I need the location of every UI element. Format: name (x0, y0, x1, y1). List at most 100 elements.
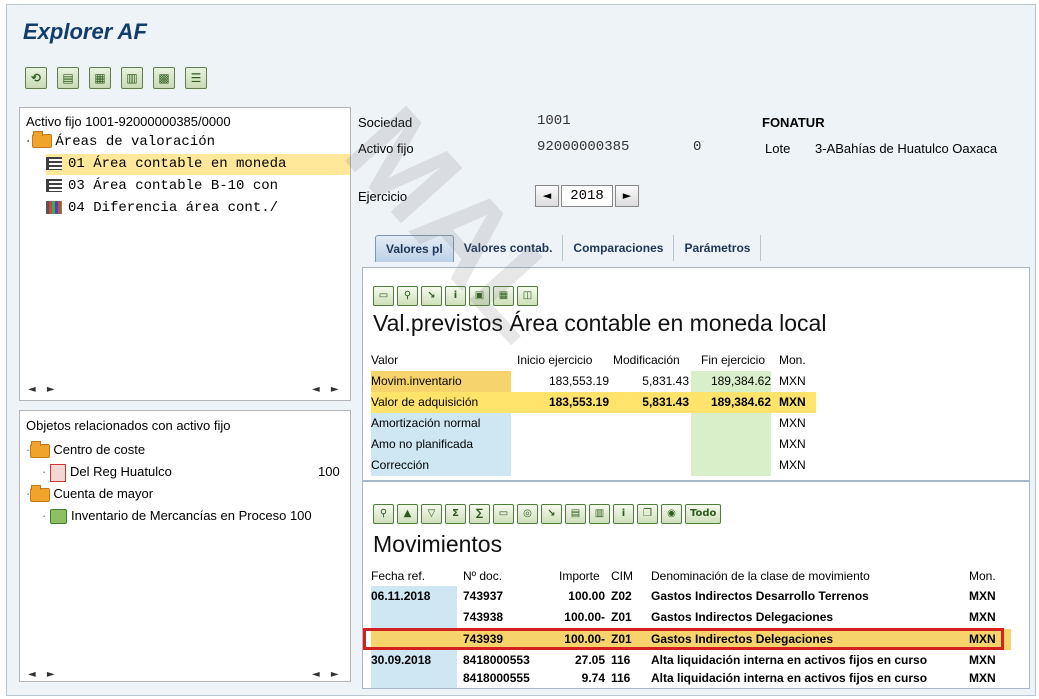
info-icon[interactable]: i (613, 504, 634, 524)
table-row-highlighted[interactable]: Valor de adquisición 183,553.19 5,831.43… (371, 392, 816, 413)
col-doc: Nº doc. (463, 569, 503, 583)
cell-denom: Alta liquidación interna en activos fijo… (651, 671, 928, 685)
col-mon: Mon. (969, 569, 996, 583)
info-icon[interactable]: i (445, 286, 466, 306)
lote-value: 3-ABahías de Huatulco Oaxaca (815, 141, 998, 156)
movements-title: Movimientos (373, 531, 503, 557)
subtotal-icon[interactable]: ∑ (469, 504, 490, 524)
copy-icon[interactable]: ❐ (637, 504, 658, 524)
gl-account-item[interactable]: · Inventario de Mercancías en Proceso 10… (42, 505, 312, 527)
related-header: Objetos relacionados con activo fijo (26, 418, 231, 433)
cell-fecha: 06.11.2018 (371, 586, 457, 607)
table-row[interactable]: Amo no planificada MXN (371, 434, 831, 455)
tree-item-area-04[interactable]: 04 Diferencia área cont./ (46, 198, 278, 219)
print-icon[interactable]: ▭ (373, 286, 394, 306)
col-valor: Valor (371, 353, 399, 367)
table-row[interactable]: Amortización normal MXN (371, 413, 831, 434)
cost-center-item[interactable]: · Del Reg Huatulco 100 (42, 461, 342, 483)
cell-fin (691, 413, 771, 434)
app-window: Explorer AF ⟲ ▤ ▦ ▥ ▩ ☰ Activo fijo 1001… (6, 4, 1036, 696)
list-icon (46, 156, 62, 170)
group-gl-account[interactable]: · Cuenta de mayor (26, 483, 153, 505)
tree-item-area-03[interactable]: 03 Área contable B-10 con (46, 176, 278, 197)
folder-icon (30, 440, 51, 458)
tree-item-label: 03 Área contable B-10 con (68, 178, 279, 194)
ejercicio-label: Ejercicio (358, 189, 408, 204)
cell-mon: MXN (779, 374, 806, 388)
refresh-icon[interactable]: ⟲ (25, 67, 47, 89)
cell-mod: 5,831.43 (642, 374, 689, 388)
search-icon[interactable]: ⚲ (397, 286, 418, 306)
print-icon[interactable]: ▭ (493, 504, 514, 524)
scroll-left-arrows[interactable]: ◄ ► (28, 669, 59, 680)
cell-mon: MXN (779, 458, 806, 472)
tree-header: Activo fijo 1001-92000000385/0000 (26, 114, 231, 129)
year-field[interactable]: 2018 (561, 185, 613, 207)
search-icon[interactable]: ⚲ (373, 504, 394, 524)
movements-header-row: Fecha ref. Nº doc. Importe CIM Denominac… (371, 566, 1021, 587)
list-icon[interactable]: ☰ (185, 67, 207, 89)
cell-fecha (371, 607, 457, 628)
table-row[interactable]: 8418000555 9.74 116 Alta liquidación int… (371, 668, 1011, 688)
scroll-right-arrows[interactable]: ◄ ► (312, 384, 343, 395)
table-row[interactable]: Corrección MXN (371, 455, 831, 476)
export-icon[interactable]: ↘ (421, 286, 442, 306)
tab-parametros[interactable]: Parámetros (674, 235, 762, 261)
cell-fin: 189,384.62 (691, 371, 771, 392)
table-row[interactable]: 06.11.2018 743937 100.00 Z02 Gastos Indi… (371, 586, 1011, 607)
window-title: Explorer AF (23, 19, 147, 44)
row-label: Amortización normal (371, 413, 511, 434)
cell-importe: 100.00- (564, 610, 605, 624)
cell-denom: Gastos Indirectos Delegaciones (651, 610, 834, 624)
col-denominacion: Denominación de la clase de movimiento (651, 569, 870, 583)
prev-year-button[interactable]: ◄ (535, 185, 559, 207)
tab-valores-contab[interactable]: Valores contab. (454, 235, 564, 261)
cell-fin (691, 455, 771, 476)
layout-icon[interactable]: ▣ (469, 286, 490, 306)
scroll-left-arrows[interactable]: ◄ ► (28, 384, 59, 395)
tree-item-area-01[interactable]: 01 Área contable en moneda (46, 154, 350, 175)
cell-mod: 5,831.43 (642, 395, 689, 409)
scroll-right-arrows[interactable]: ◄ ► (312, 669, 343, 680)
table-icon[interactable]: ▦ (89, 67, 111, 89)
values-header-row: Valor Inicio ejercicio Modificación Fin … (371, 350, 1021, 371)
item-value: 100 (318, 464, 340, 479)
chart-icon[interactable]: ▥ (589, 504, 610, 524)
difference-icon (46, 200, 62, 214)
layout-icon[interactable]: ▤ (565, 504, 586, 524)
movements-toolbar: ⚲ ▲ ▽ Σ ∑ ▭ ◎ ↘ ▤ ▥ i ❐ ◉ Todo (373, 504, 722, 524)
item-label: Del Reg Huatulco (69, 464, 172, 479)
cell-mon: MXN (969, 589, 996, 603)
chart-icon[interactable]: ◫ (517, 286, 538, 306)
all-button[interactable]: Todo (685, 504, 722, 524)
sort-asc-icon[interactable]: ▲ (397, 504, 418, 524)
table-row[interactable]: Movim.inventario 183,553.19 5,831.43 189… (371, 371, 831, 392)
layout-icon[interactable]: ▩ (153, 67, 175, 89)
splitter[interactable] (363, 480, 1029, 482)
tree-root[interactable]: · Áreas de valoración (24, 131, 215, 153)
display-icon[interactable]: ◉ (661, 504, 682, 524)
sum-icon[interactable]: Σ (445, 504, 466, 524)
display-icon[interactable]: ▤ (57, 67, 79, 89)
cell-cim: 116 (611, 671, 631, 685)
main-toolbar: ⟲ ▤ ▦ ▥ ▩ ☰ (25, 67, 207, 91)
chart-icon[interactable]: ▥ (121, 67, 143, 89)
filter-icon[interactable]: ▽ (421, 504, 442, 524)
view-icon[interactable]: ◎ (517, 504, 538, 524)
tab-comparaciones[interactable]: Comparaciones (563, 235, 675, 261)
cell-importe: 100.00 (568, 589, 605, 603)
tab-valores-pl[interactable]: Valores pl (375, 235, 454, 262)
tab-strip: Valores pl Valores contab. Comparaciones… (375, 235, 762, 265)
row-label: Valor de adquisición (371, 395, 479, 409)
next-year-button[interactable]: ► (615, 185, 639, 207)
item-label: Inventario de Mercancías en Proceso (70, 508, 287, 523)
export-icon[interactable]: ↘ (541, 504, 562, 524)
group-label: Cuenta de mayor (53, 486, 154, 501)
all-button-label: Todo (690, 508, 717, 519)
grid-icon[interactable]: ▦ (493, 286, 514, 306)
group-cost-center[interactable]: · Centro de coste (26, 439, 145, 461)
cell-mon: MXN (779, 437, 806, 451)
table-row[interactable]: 743938 100.00- Z01 Gastos Indirectos Del… (371, 607, 1011, 628)
cell-mon: MXN (969, 671, 996, 685)
cell-doc: 743938 (463, 610, 504, 624)
